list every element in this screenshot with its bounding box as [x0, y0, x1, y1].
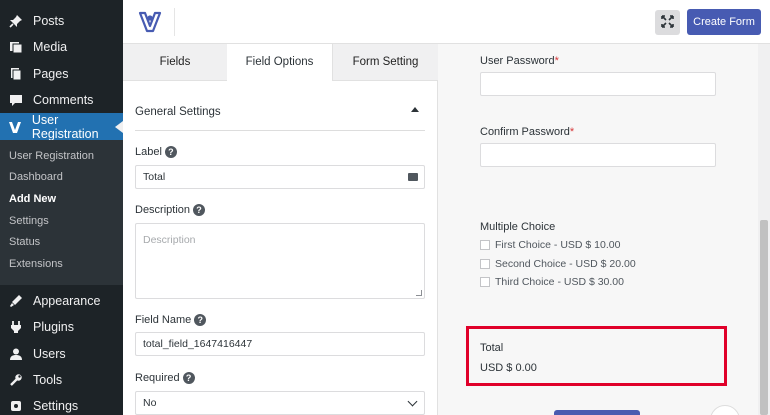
sidebar-item-label: Pages [33, 67, 69, 81]
choice-option[interactable]: Second Choice - USD $ 20.00 [480, 258, 636, 270]
media-icon [6, 40, 26, 54]
confirm-password-text: Confirm Password [480, 126, 570, 138]
confirm-password-label: Confirm Password* [480, 126, 574, 138]
appearance-icon [6, 294, 26, 308]
admin-sidebar: Posts Media Pages Comments User Registra… [0, 0, 123, 415]
sidebar-item-label: Plugins [33, 320, 74, 334]
submenu-item-add-new[interactable]: Add New [9, 193, 56, 205]
settings-icon [6, 399, 26, 413]
topbar-divider [174, 8, 175, 36]
submit-button-partial[interactable] [554, 410, 640, 415]
comments-icon [6, 93, 26, 107]
builder-topbar: Create Form [123, 0, 770, 44]
description-placeholder: Description [143, 234, 196, 246]
choice-option[interactable]: Third Choice - USD $ 30.00 [480, 276, 624, 288]
help-icon[interactable]: ? [193, 204, 206, 216]
label-text: Label [135, 146, 162, 158]
checkbox[interactable] [480, 277, 490, 287]
sidebar-item-plugins[interactable]: Plugins [0, 314, 123, 340]
submenu-item-extensions[interactable]: Extensions [9, 258, 63, 270]
description-field-label: Description ? [135, 204, 206, 216]
general-settings-header[interactable]: General Settings [135, 103, 425, 131]
pushpin-icon [6, 14, 26, 28]
choice-label: Second Choice - USD $ 20.00 [495, 258, 636, 270]
form-preview: User Password* Confirm Password* Multipl… [438, 44, 758, 415]
label-field-label: Label ? [135, 146, 177, 158]
sidebar-item-tools[interactable]: Tools [0, 367, 123, 393]
field-name-value: total_field_1647416447 [143, 338, 253, 350]
sidebar-item-media[interactable]: Media [0, 34, 123, 60]
users-icon [6, 347, 26, 361]
sidebar-item-comments[interactable]: Comments [0, 87, 123, 113]
choice-option[interactable]: First Choice - USD $ 10.00 [480, 239, 620, 251]
user-password-label: User Password* [480, 55, 559, 67]
chevron-down-icon [407, 396, 418, 407]
sidebar-item-label: Users [33, 347, 66, 361]
user-password-text: User Password [480, 55, 555, 67]
user-password-field[interactable] [480, 72, 716, 96]
field-options-panel: Fields Field Options Form Setting Genera… [123, 44, 438, 415]
fullscreen-toggle-button[interactable] [655, 10, 680, 35]
label-input[interactable]: Total [135, 165, 425, 189]
total-value: USD $ 0.00 [480, 362, 537, 374]
required-mark: * [554, 55, 559, 67]
description-text: Description [135, 204, 191, 216]
fullscreen-icon [661, 14, 674, 31]
required-select-value: No [143, 397, 157, 409]
scrollbar-thumb[interactable] [760, 220, 768, 415]
collapse-caret-icon[interactable] [411, 107, 419, 112]
plugins-icon [6, 320, 26, 334]
tools-icon [6, 373, 26, 387]
label-input-value: Total [143, 171, 166, 183]
sidebar-item-settings[interactable]: Settings [0, 393, 123, 415]
user-registration-logo [137, 9, 163, 35]
resize-handle-icon[interactable] [416, 290, 422, 296]
field-name-text: Field Name [135, 314, 192, 326]
required-mark: * [569, 126, 575, 138]
sidebar-item-label: Tools [33, 373, 63, 387]
help-icon[interactable]: ? [164, 146, 177, 158]
checkbox[interactable] [480, 240, 490, 250]
field-name-label: Field Name ? [135, 314, 207, 326]
help-icon[interactable]: ? [194, 314, 207, 326]
sidebar-item-label: Settings [33, 399, 79, 413]
total-label: Total [480, 342, 504, 354]
sidebar-item-label: Posts [33, 14, 65, 28]
description-textarea[interactable]: Description [135, 223, 425, 299]
checkbox[interactable] [480, 259, 490, 269]
user-registration-icon [6, 120, 25, 134]
total-field-highlight[interactable] [466, 326, 727, 386]
confirm-password-field[interactable] [480, 143, 716, 167]
choice-label: First Choice - USD $ 10.00 [495, 239, 621, 251]
field-name-input[interactable]: total_field_1647416447 [135, 332, 425, 356]
section-title: General Settings [135, 106, 221, 118]
sidebar-item-user-registration[interactable]: User Registration [0, 112, 123, 141]
multiple-choice-label: Multiple Choice [480, 221, 556, 233]
submenu-item-status[interactable]: Status [9, 236, 40, 248]
builder-tabs: Fields Field Options Form Setting [123, 44, 438, 81]
submenu-item-user-registration[interactable]: User Registration [9, 150, 94, 162]
sidebar-item-label: Media [33, 40, 68, 54]
sidebar-item-label: Comments [33, 93, 94, 107]
tab-form-setting[interactable]: Form Setting [332, 44, 438, 81]
required-field-label: Required ? [135, 372, 195, 384]
sidebar-submenu: User Registration Dashboard Add New Sett… [0, 140, 123, 285]
sidebar-item-users[interactable]: Users [0, 341, 123, 367]
tab-fields[interactable]: Fields [123, 44, 227, 81]
sidebar-item-posts[interactable]: Posts [0, 8, 123, 34]
field-options-icon[interactable] [408, 173, 418, 181]
required-select[interactable]: No [135, 391, 425, 415]
required-text: Required [135, 372, 180, 384]
sidebar-item-label: User Registration [31, 112, 99, 141]
choice-label: Third Choice - USD $ 30.00 [495, 276, 624, 288]
pages-icon [6, 67, 26, 81]
sidebar-item-label: Appearance [33, 294, 101, 308]
sidebar-item-pages[interactable]: Pages [0, 61, 123, 87]
tab-field-options[interactable]: Field Options [227, 44, 332, 81]
submenu-item-settings[interactable]: Settings [9, 215, 49, 227]
create-form-button[interactable]: Create Form [687, 9, 761, 35]
sidebar-item-appearance[interactable]: Appearance [0, 288, 123, 314]
submenu-item-dashboard[interactable]: Dashboard [9, 171, 63, 183]
help-icon[interactable]: ? [182, 372, 195, 384]
